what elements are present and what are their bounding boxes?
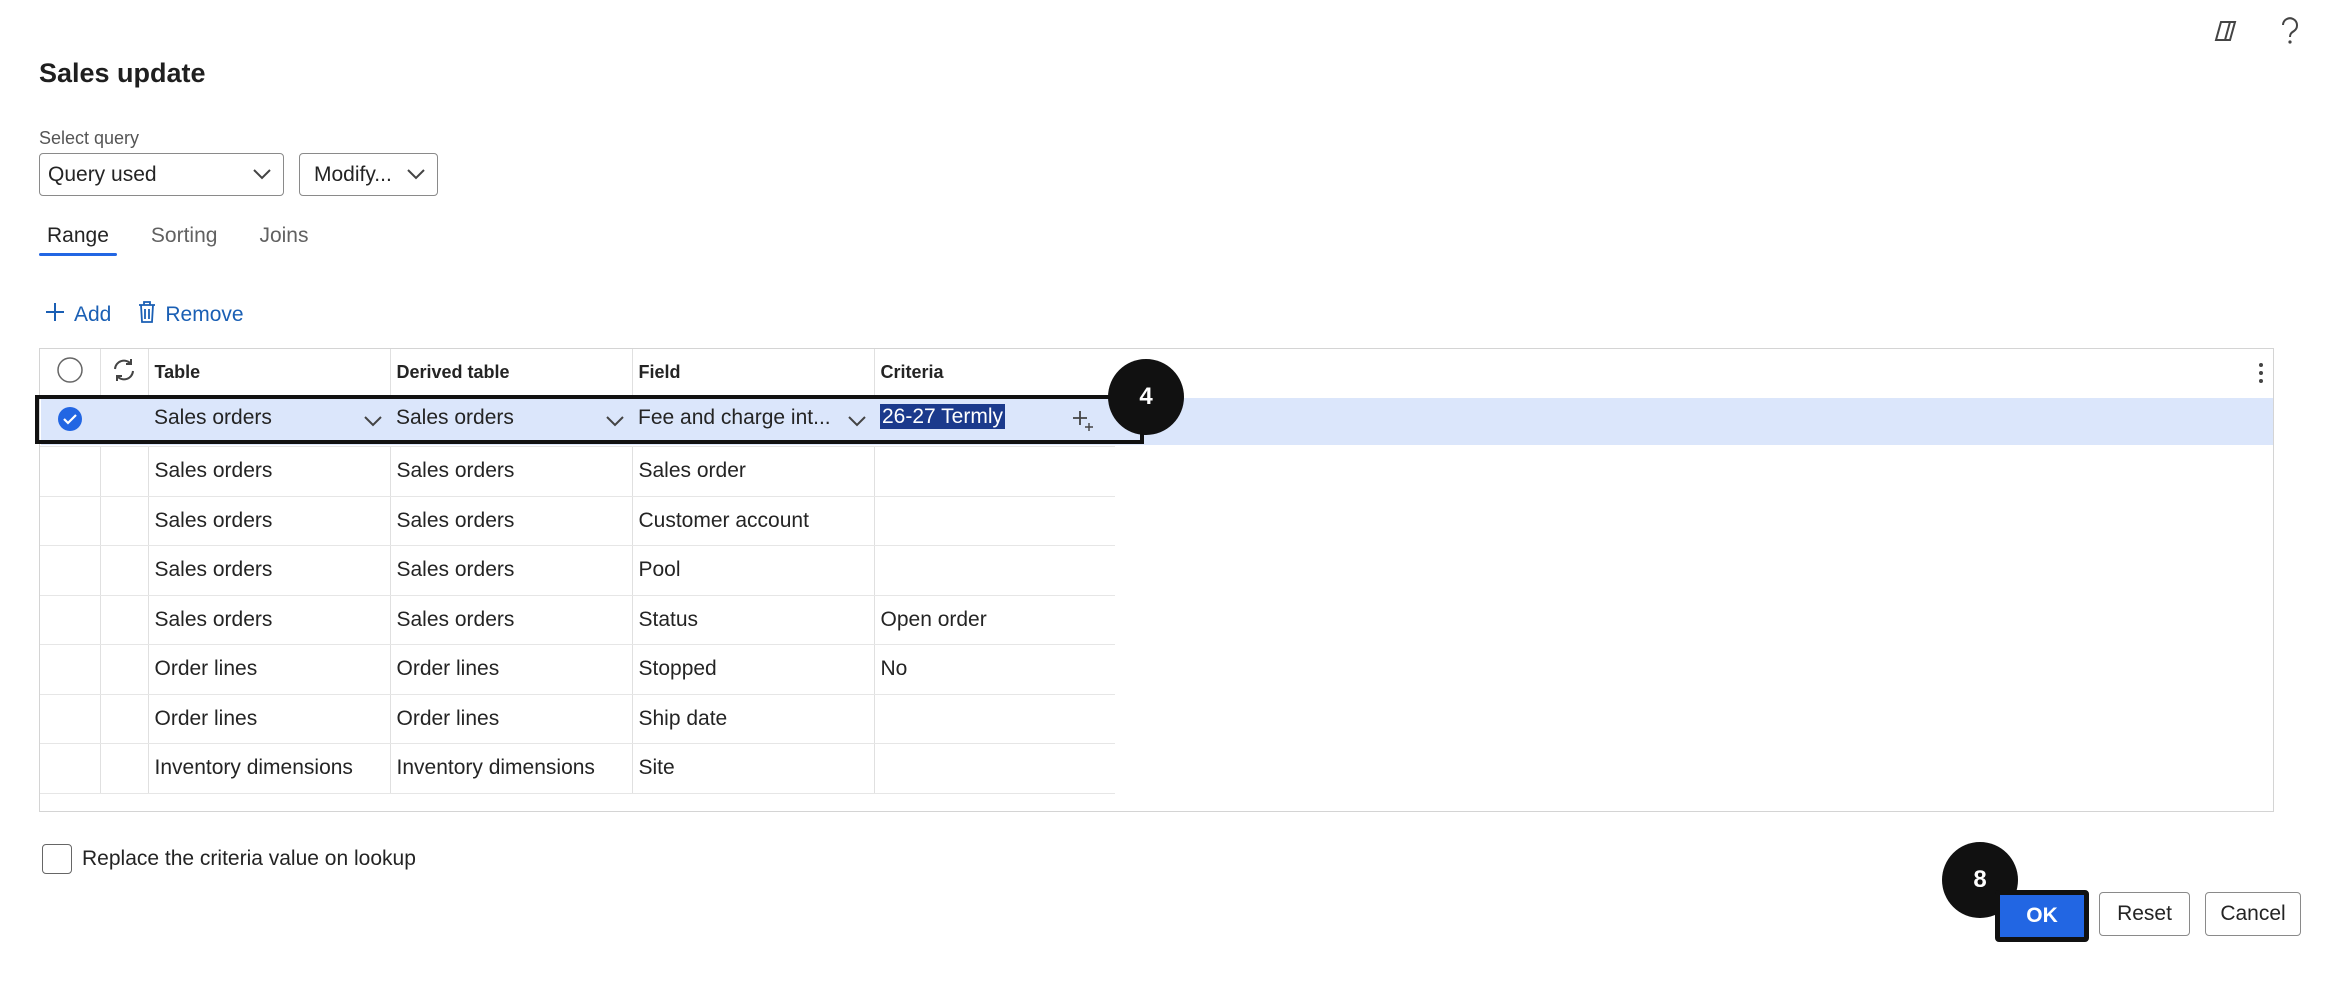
tab-strip: Range Sorting Joins	[39, 224, 316, 256]
refresh-icon[interactable]	[100, 349, 149, 398]
replace-criteria-label: Replace the criteria value on lookup	[82, 847, 416, 870]
table-row[interactable]: Inventory dimensions Inventory dimension…	[40, 743, 1115, 794]
ok-button[interactable]: OK	[1995, 890, 2089, 942]
help-icon[interactable]	[2275, 16, 2305, 46]
table-cell[interactable]: Order lines	[148, 694, 391, 744]
select-all-checkbox[interactable]	[40, 349, 101, 398]
add-label: Add	[74, 303, 112, 326]
derived-table-cell[interactable]: Sales orders	[390, 595, 633, 645]
row-checkbox-cell[interactable]	[40, 694, 101, 744]
row-checkbox-cell[interactable]	[40, 545, 101, 596]
table-cell[interactable]: Sales orders	[148, 496, 391, 546]
plus-icon	[44, 301, 66, 329]
copilot-icon[interactable]	[2211, 16, 2241, 46]
row-spacer	[100, 545, 149, 596]
focused-row-outline	[35, 395, 1144, 444]
row-spacer	[100, 743, 149, 794]
remove-button[interactable]: Remove	[137, 300, 244, 330]
criteria-cell[interactable]	[874, 545, 1115, 596]
derived-table-cell[interactable]: Sales orders	[390, 446, 633, 497]
derived-table-cell[interactable]: Sales orders	[390, 545, 633, 596]
table-row[interactable]: Sales orders Sales orders Pool	[40, 545, 1115, 596]
row-checkbox-cell[interactable]	[40, 743, 101, 794]
step-badge: 4	[1108, 359, 1184, 435]
criteria-cell[interactable]	[874, 694, 1115, 744]
table-row[interactable]: Order lines Order lines Ship date	[40, 694, 1115, 744]
field-cell[interactable]: Ship date	[632, 694, 875, 744]
tab-range[interactable]: Range	[39, 224, 117, 256]
table-cell[interactable]: Sales orders	[148, 446, 391, 497]
row-spacer	[100, 644, 149, 695]
trash-icon	[137, 300, 157, 330]
table-cell[interactable]: Order lines	[148, 644, 391, 695]
table-row[interactable]: Sales orders Sales orders Sales order	[40, 446, 1115, 497]
table-cell[interactable]: Sales orders	[148, 595, 391, 645]
row-spacer	[100, 446, 149, 497]
more-options-icon[interactable]	[2257, 361, 2265, 390]
chevron-down-icon	[251, 163, 273, 191]
column-header-derived-table[interactable]: Derived table	[390, 349, 633, 398]
derived-table-cell[interactable]: Sales orders	[390, 496, 633, 546]
modify-label: Modify...	[314, 162, 392, 186]
field-cell[interactable]: Stopped	[632, 644, 875, 695]
criteria-cell[interactable]	[874, 743, 1115, 794]
criteria-cell[interactable]: No	[874, 644, 1115, 695]
top-icons	[2211, 16, 2305, 46]
select-query-label: Select query	[39, 128, 140, 148]
row-spacer	[100, 595, 149, 645]
row-checkbox-cell[interactable]	[40, 446, 101, 497]
replace-criteria-checkbox[interactable]	[42, 844, 72, 874]
dialog-title: Sales update	[39, 58, 206, 88]
criteria-cell[interactable]	[874, 496, 1115, 546]
derived-table-cell[interactable]: Inventory dimensions	[390, 743, 633, 794]
grid-toolbar: Add Remove	[44, 300, 244, 330]
column-header-field[interactable]: Field	[632, 349, 875, 398]
table-row[interactable]: Sales orders Sales orders Status Open or…	[40, 595, 1115, 645]
field-cell[interactable]: Status	[632, 595, 875, 645]
modify-button[interactable]: Modify...	[299, 153, 438, 196]
remove-label: Remove	[165, 303, 244, 326]
replace-criteria-option[interactable]: Replace the criteria value on lookup	[42, 844, 416, 874]
chevron-down-icon	[405, 163, 427, 191]
column-header-criteria[interactable]: Criteria	[874, 349, 1115, 398]
row-checkbox-cell[interactable]	[40, 595, 101, 645]
add-button[interactable]: Add	[44, 300, 111, 330]
column-header-table[interactable]: Table	[148, 349, 391, 398]
field-cell[interactable]: Customer account	[632, 496, 875, 546]
table-row[interactable]: Order lines Order lines Stopped No	[40, 644, 1115, 695]
field-cell[interactable]: Site	[632, 743, 875, 794]
field-cell[interactable]: Sales order	[632, 446, 875, 497]
derived-table-cell[interactable]: Order lines	[390, 644, 633, 695]
criteria-cell[interactable]: Open order	[874, 595, 1115, 645]
derived-table-cell[interactable]: Order lines	[390, 694, 633, 744]
criteria-cell[interactable]	[874, 446, 1115, 497]
row-spacer	[100, 496, 149, 546]
tab-sorting[interactable]: Sorting	[143, 224, 226, 256]
reset-button[interactable]: Reset	[2099, 892, 2190, 936]
cancel-button[interactable]: Cancel	[2205, 892, 2301, 936]
table-cell[interactable]: Inventory dimensions	[148, 743, 391, 794]
query-select[interactable]: Query used	[39, 153, 284, 196]
tab-joins[interactable]: Joins	[251, 224, 316, 256]
row-checkbox-cell[interactable]	[40, 644, 101, 695]
table-row[interactable]: Sales orders Sales orders Customer accou…	[40, 496, 1115, 546]
query-select-value: Query used	[48, 162, 157, 186]
table-cell[interactable]: Sales orders	[148, 545, 391, 596]
row-spacer	[100, 694, 149, 744]
field-cell[interactable]: Pool	[632, 545, 875, 596]
header-row: Table Derived table Field Criteria	[40, 349, 1115, 398]
row-checkbox-cell[interactable]	[40, 496, 101, 546]
